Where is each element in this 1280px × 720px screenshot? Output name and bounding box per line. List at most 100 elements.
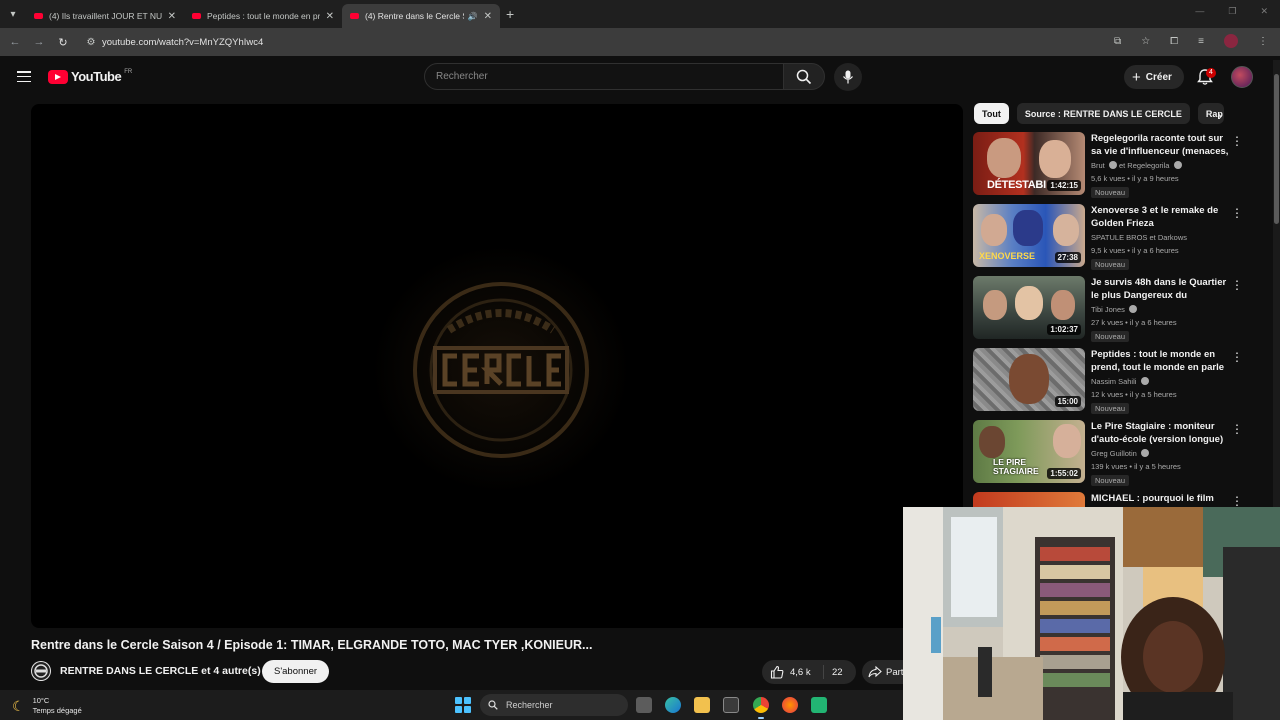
- maximize-icon[interactable]: ❐: [1228, 6, 1236, 17]
- youtube-logo[interactable]: YouTube FR: [48, 69, 132, 84]
- minimize-icon[interactable]: —: [1195, 6, 1204, 17]
- youtube-favicon-icon: [34, 13, 43, 19]
- channel-label[interactable]: Nassim Sahili: [1091, 377, 1136, 386]
- firefox-browser-icon[interactable]: [782, 697, 798, 713]
- related-video[interactable]: LE PIRE STAGIAIRE 1:55:02 Le Pire Stagia…: [973, 420, 1263, 486]
- new-badge: Nouveau: [1091, 331, 1130, 342]
- close-window-icon[interactable]: ✕: [1260, 6, 1268, 17]
- bookmark-star-icon[interactable]: ☆: [1141, 36, 1150, 47]
- edge-browser-icon[interactable]: [665, 697, 681, 713]
- media-controls-icon[interactable]: ≡: [1198, 36, 1204, 47]
- related-title[interactable]: Je survis 48h dans le Quartier le plus D…: [1091, 276, 1231, 302]
- close-tab-icon[interactable]: ✕: [168, 11, 176, 22]
- account-avatar[interactable]: [1231, 66, 1253, 88]
- related-meta: 5,6 k vues • il y a 9 heures: [1091, 174, 1179, 183]
- profile-avatar-icon[interactable]: [1224, 34, 1238, 48]
- microsoft-store-icon[interactable]: [723, 697, 739, 713]
- extensions-puzzle-icon[interactable]: ⧠: [1170, 36, 1178, 47]
- verified-icon: [1173, 161, 1182, 170]
- chrome-browser-icon[interactable]: [753, 697, 769, 719]
- related-title[interactable]: Le Pire Stagiaire : moniteur d'auto-écol…: [1091, 420, 1231, 446]
- related-channel: Nassim Sahili: [1091, 377, 1149, 386]
- related-video[interactable]: DÉTESTABI 1:42:15 Regelegorila raconte t…: [973, 132, 1263, 198]
- forward-arrow-icon[interactable]: →: [27, 36, 51, 48]
- search-input[interactable]: Rechercher: [424, 63, 784, 90]
- video-thumbnail[interactable]: LE PIRE STAGIAIRE 1:55:02: [973, 420, 1085, 483]
- reload-icon[interactable]: ↻: [51, 36, 75, 49]
- more-actions-icon[interactable]: ⋮: [1231, 494, 1243, 507]
- more-actions-icon[interactable]: ⋮: [1231, 134, 1243, 148]
- video-thumbnail[interactable]: 15:00: [973, 348, 1085, 411]
- chip-all[interactable]: Tout: [974, 103, 1009, 124]
- audio-playing-icon[interactable]: 🔊: [468, 12, 478, 21]
- app-green-icon[interactable]: [811, 697, 827, 713]
- url-text[interactable]: youtube.com/watch?v=MnYZQYhIwc4: [102, 37, 263, 48]
- related-title[interactable]: MICHAEL : pourquoi le film sur: [1091, 492, 1231, 507]
- related-video[interactable]: 15:00 Peptides : tout le monde en prend,…: [973, 348, 1263, 414]
- related-title[interactable]: Regelegorila raconte tout sur sa vie d'i…: [1091, 132, 1231, 158]
- more-actions-icon[interactable]: ⋮: [1231, 206, 1243, 220]
- related-video[interactable]: 1:02:37 Je survis 48h dans le Quartier l…: [973, 276, 1263, 342]
- plus-icon: +: [1132, 68, 1141, 86]
- video-duration: 1:42:15: [1047, 180, 1081, 191]
- comment-count[interactable]: 22: [824, 667, 843, 678]
- kebab-menu-icon[interactable]: ⋮: [1258, 36, 1268, 47]
- weather-temperature: 10°C: [32, 696, 50, 705]
- close-tab-icon[interactable]: ✕: [484, 11, 492, 22]
- chip-source[interactable]: Source : RENTRE DANS LE CERCLE: [1016, 103, 1190, 124]
- video-thumbnail[interactable]: [973, 492, 1085, 507]
- related-title[interactable]: Peptides : tout le monde en prend, tout …: [1091, 348, 1231, 374]
- new-badge: Nouveau: [1091, 187, 1130, 198]
- channel-name[interactable]: RENTRE DANS LE CERCLE et 4 autre(s): [60, 665, 261, 677]
- tab-search-chevron-icon[interactable]: ▾: [0, 0, 26, 28]
- related-meta: 9,5 k vues • il y a 6 heures: [1091, 246, 1179, 255]
- chevron-right-icon[interactable]: ›: [1218, 109, 1222, 123]
- like-button[interactable]: 4,6 k: [762, 665, 824, 679]
- channel-avatar[interactable]: [31, 661, 51, 681]
- install-app-icon[interactable]: ⧉: [1114, 36, 1121, 47]
- site-info-icon[interactable]: ⚙: [80, 37, 102, 48]
- voice-search-button[interactable]: [834, 63, 862, 91]
- address-bar[interactable]: ⚙ youtube.com/watch?v=MnYZQYhIwc4: [80, 31, 1170, 53]
- create-button[interactable]: + Créer: [1124, 65, 1184, 89]
- hamburger-menu-icon[interactable]: [17, 71, 31, 85]
- video-thumbnail[interactable]: 1:02:37: [973, 276, 1085, 339]
- related-channel: Brut et Regelegorila: [1091, 161, 1182, 170]
- browser-tab[interactable]: (4) Ils travaillent JOUR ET NUIT ✕: [26, 4, 184, 28]
- related-video[interactable]: XENOVERSE 27:38 Xenoverse 3 et le remake…: [973, 204, 1263, 270]
- channel-label[interactable]: Brut: [1091, 161, 1105, 170]
- related-title[interactable]: Xenoverse 3 et le remake de Golden Friez…: [1091, 204, 1231, 230]
- weather-widget[interactable]: ☾ 10°C Temps dégagé: [12, 696, 82, 716]
- subscribe-button[interactable]: S'abonner: [262, 660, 330, 683]
- more-actions-icon[interactable]: ⋮: [1231, 350, 1243, 364]
- more-actions-icon[interactable]: ⋮: [1231, 422, 1243, 436]
- video-player[interactable]: [31, 104, 963, 628]
- channel-label[interactable]: Tibi Jones: [1091, 305, 1125, 314]
- browser-tab-active[interactable]: (4) Rentre dans le Cercle Sa 🔊 ✕: [342, 4, 500, 28]
- thumbnail-caption: XENOVERSE: [979, 251, 1036, 261]
- browser-tab[interactable]: Peptides : tout le monde en pr ✕: [184, 4, 342, 28]
- task-view-icon[interactable]: [636, 697, 652, 713]
- video-thumbnail[interactable]: DÉTESTABI 1:42:15: [973, 132, 1085, 195]
- logo-text: YouTube: [71, 69, 122, 84]
- taskbar-search[interactable]: Rechercher: [480, 694, 628, 716]
- file-explorer-icon[interactable]: [694, 697, 710, 713]
- windows-start-icon[interactable]: [455, 697, 471, 713]
- channel-label[interactable]: Greg Guillotin: [1091, 449, 1137, 458]
- verified-icon: [1140, 377, 1149, 386]
- taskbar-search-label: Rechercher: [506, 700, 553, 710]
- close-tab-icon[interactable]: ✕: [326, 11, 334, 22]
- video-thumbnail[interactable]: XENOVERSE 27:38: [973, 204, 1085, 267]
- back-arrow-icon[interactable]: ←: [3, 36, 27, 48]
- more-actions-icon[interactable]: ⋮: [1231, 278, 1243, 292]
- channel-extra[interactable]: et Regelegorila: [1119, 161, 1169, 170]
- new-tab-plus-icon[interactable]: +: [506, 6, 514, 22]
- browser-toolbar: ← → ↻ ⚙ youtube.com/watch?v=MnYZQYhIwc4 …: [0, 28, 1280, 56]
- verified-icon: [1129, 305, 1137, 314]
- scrollbar-thumb[interactable]: [1274, 74, 1279, 224]
- search-button[interactable]: [783, 63, 825, 90]
- related-channel[interactable]: SPATULE BROS et Darkows: [1091, 233, 1187, 242]
- related-video[interactable]: MICHAEL : pourquoi le film sur ⋮: [973, 492, 1263, 507]
- create-label: Créer: [1145, 71, 1172, 83]
- tab-title: (4) Ils travaillent JOUR ET NUIT: [49, 11, 162, 21]
